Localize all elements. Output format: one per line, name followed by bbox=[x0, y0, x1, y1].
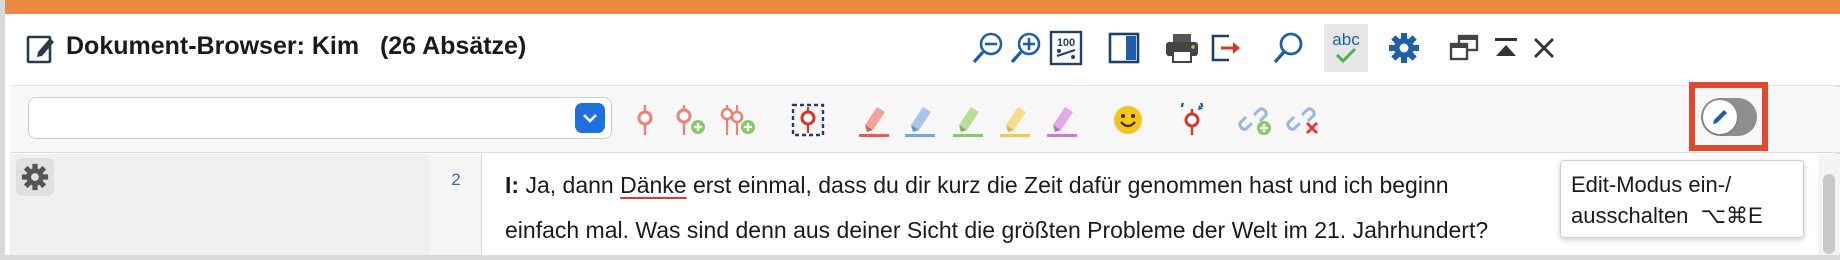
emoticode-icon[interactable] bbox=[1108, 101, 1148, 139]
highlight-yellow-icon[interactable] bbox=[995, 101, 1035, 139]
edit-mode-tooltip: Edit-Modus ein-/ ausschalten ⌥⌘E bbox=[1560, 160, 1804, 238]
code-favorite-icon[interactable] bbox=[1172, 101, 1212, 139]
coding-toolbar bbox=[10, 82, 1840, 153]
close-icon[interactable] bbox=[1522, 24, 1566, 72]
export-icon[interactable] bbox=[1204, 24, 1248, 72]
window-accent-bar bbox=[5, 0, 1840, 14]
edit-mode-toggle[interactable] bbox=[1701, 98, 1757, 136]
search-icon[interactable] bbox=[1266, 24, 1310, 72]
window-title: Dokument-Browser: Kim (26 Absätze) bbox=[66, 32, 527, 60]
print-icon[interactable] bbox=[1160, 24, 1204, 72]
paragraph-line-2: einfach mal. Was sind denn aus deiner Si… bbox=[505, 217, 1489, 243]
spellcheck-icon[interactable]: abc bbox=[1324, 24, 1368, 72]
split-view-icon[interactable] bbox=[1102, 24, 1146, 72]
document-edit-icon bbox=[26, 32, 56, 64]
code-icon[interactable] bbox=[625, 101, 665, 139]
link-remove-icon[interactable] bbox=[1284, 101, 1324, 139]
scroll-thumb[interactable] bbox=[1823, 174, 1835, 254]
tooltip-line-2: ausschalten ⌥⌘E bbox=[1571, 203, 1763, 228]
zoom-100-icon[interactable]: 100 bbox=[1044, 24, 1088, 72]
link-add-icon[interactable] bbox=[1236, 101, 1276, 139]
chevron-down-icon[interactable] bbox=[575, 103, 605, 133]
zoom-in-icon[interactable] bbox=[1004, 24, 1048, 72]
highlight-purple-icon[interactable] bbox=[1042, 101, 1082, 139]
code-region-icon[interactable] bbox=[788, 101, 828, 139]
code-add-icon[interactable] bbox=[670, 101, 710, 139]
panel-settings-button[interactable] bbox=[16, 158, 54, 196]
speaker-label: I: bbox=[505, 172, 520, 198]
code-multi-add-icon[interactable] bbox=[718, 101, 758, 139]
gear-icon bbox=[21, 163, 49, 191]
tooltip-line-1: Edit-Modus ein-/ bbox=[1571, 172, 1732, 197]
pencil-icon bbox=[1703, 100, 1737, 134]
paragraph-number: 2 bbox=[451, 170, 461, 189]
svg-text:100: 100 bbox=[1057, 37, 1075, 49]
highlight-green-icon[interactable] bbox=[948, 101, 988, 139]
detach-window-icon[interactable] bbox=[1442, 24, 1486, 72]
svg-text:abc: abc bbox=[1332, 30, 1360, 49]
code-dropdown[interactable] bbox=[28, 97, 612, 139]
code-panel bbox=[10, 154, 430, 255]
edit-mode-toggle-highlight bbox=[1689, 82, 1768, 151]
paragraph-number-column: 2 bbox=[430, 154, 482, 255]
vertical-scrollbar[interactable] bbox=[1818, 154, 1840, 255]
paragraph-line-1: I: Ja, dann Dänke erst einmal, dass du d… bbox=[505, 172, 1449, 198]
highlight-red-icon[interactable] bbox=[854, 101, 894, 139]
title-bar: Dokument-Browser: Kim (26 Absätze) 100 a… bbox=[10, 14, 1840, 86]
highlight-blue-icon[interactable] bbox=[900, 101, 940, 139]
misspelled-word[interactable]: Dänke bbox=[620, 172, 686, 198]
document-browser-window: Dokument-Browser: Kim (26 Absätze) 100 a… bbox=[0, 0, 1840, 260]
settings-icon[interactable] bbox=[1382, 24, 1426, 72]
